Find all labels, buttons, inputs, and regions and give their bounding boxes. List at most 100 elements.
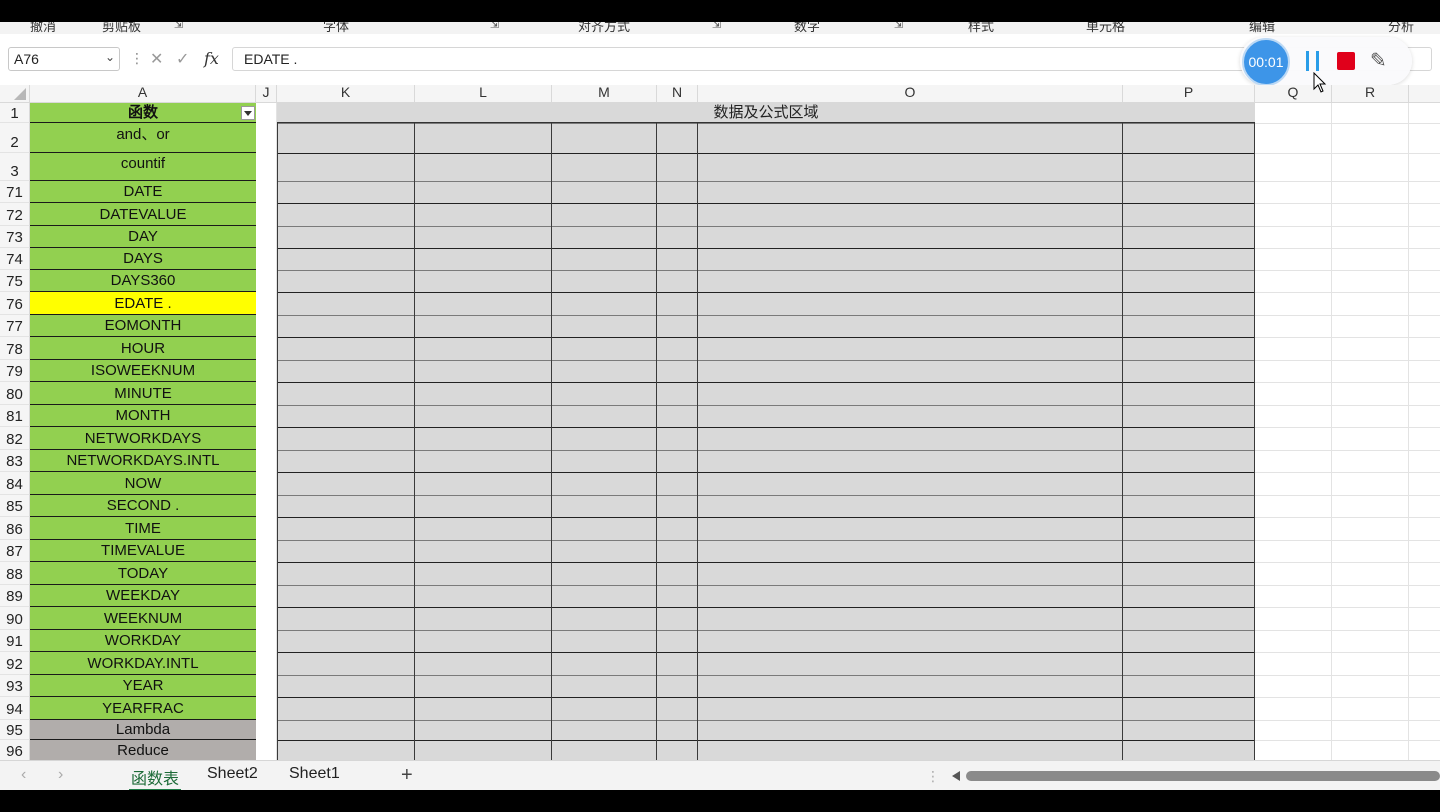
row-header[interactable]: 93 <box>0 675 30 697</box>
row-header[interactable]: 90 <box>0 607 30 630</box>
column-header-l[interactable]: L <box>415 85 552 102</box>
function-name-cell[interactable]: MINUTE <box>30 382 256 405</box>
function-name-cell[interactable]: TIME <box>30 517 256 540</box>
row-header[interactable]: 80 <box>0 382 30 405</box>
function-name-cell[interactable]: Lambda <box>30 720 256 740</box>
sheet-tab-sheet2[interactable]: Sheet2 <box>207 765 258 783</box>
dialog-launcher-icon[interactable]: ⇲ <box>894 22 903 31</box>
row-header[interactable]: 3 <box>0 153 30 181</box>
row-header[interactable]: 71 <box>0 181 30 203</box>
function-name-cell[interactable]: countif <box>30 153 256 181</box>
function-name-cell[interactable]: WORKDAY <box>30 630 256 652</box>
prev-sheet-icon[interactable]: ‹ <box>21 766 26 784</box>
row-header[interactable]: 84 <box>0 472 30 495</box>
function-name-cell[interactable]: DATEVALUE <box>30 203 256 226</box>
column-header-j[interactable]: J <box>256 85 277 102</box>
function-name-cell[interactable]: DAY <box>30 226 256 248</box>
column-header-n[interactable]: N <box>657 85 698 102</box>
ribbon-group-editing[interactable]: 编辑 <box>1249 22 1275 34</box>
row-header[interactable]: 89 <box>0 585 30 607</box>
scroll-splitter-handle[interactable]: ⋮ <box>926 768 940 785</box>
stop-icon[interactable] <box>1337 52 1355 70</box>
row-header[interactable]: 81 <box>0 405 30 427</box>
function-name-cell[interactable]: MONTH <box>30 405 256 427</box>
row-header[interactable]: 83 <box>0 450 30 472</box>
pause-icon[interactable] <box>1304 51 1322 71</box>
column-j-cells[interactable] <box>256 103 277 760</box>
column-header-o[interactable]: O <box>698 85 1123 102</box>
row-header[interactable]: 77 <box>0 315 30 337</box>
row-header[interactable]: 74 <box>0 248 30 270</box>
sheet-tab-functions[interactable]: 函数表 <box>129 765 182 790</box>
function-name-cell[interactable]: DAYS <box>30 248 256 270</box>
next-sheet-icon[interactable]: › <box>58 766 63 784</box>
cell-grid[interactable]: 1 函数 2 and、or 3 countif 71 DATE 72 DATEVALUE 73 DAY… <box>0 103 1440 760</box>
function-name-cell[interactable]: WORKDAY.INTL <box>30 652 256 675</box>
function-name-cell[interactable]: Reduce <box>30 740 256 760</box>
column-header-m[interactable]: M <box>552 85 657 102</box>
row-header[interactable]: 88 <box>0 562 30 585</box>
function-name-cell[interactable]: TODAY <box>30 562 256 585</box>
function-name-cell[interactable]: NETWORKDAYS.INTL <box>30 450 256 472</box>
horizontal-scrollbar-thumb[interactable] <box>966 771 1440 781</box>
dialog-launcher-icon[interactable]: ⇲ <box>174 22 183 31</box>
row-header[interactable]: 76 <box>0 292 30 315</box>
select-all-corner[interactable] <box>0 85 30 102</box>
row-header[interactable]: 75 <box>0 270 30 292</box>
ribbon-group-undo[interactable]: 撤消 <box>30 22 56 34</box>
empty-columns-q-r[interactable] <box>1255 103 1440 760</box>
ribbon-group-analysis[interactable]: 分析 <box>1388 22 1414 34</box>
function-name-cell[interactable]: WEEKNUM <box>30 607 256 630</box>
more-options-icon[interactable]: ⋮ <box>130 50 144 67</box>
insert-function-icon[interactable]: fx <box>204 49 219 68</box>
data-area-title[interactable]: 数据及公式区域 <box>277 103 1255 123</box>
chevron-down-icon[interactable]: ⌄ <box>105 50 115 64</box>
function-name-cell[interactable]: WEEKDAY <box>30 585 256 607</box>
function-name-cell[interactable]: SECOND . <box>30 495 256 517</box>
row-header[interactable]: 73 <box>0 226 30 248</box>
function-name-cell[interactable]: NETWORKDAYS <box>30 427 256 450</box>
function-name-cell[interactable]: NOW <box>30 472 256 495</box>
dialog-launcher-icon[interactable]: ⇲ <box>712 22 721 31</box>
confirm-check-icon[interactable]: ✓ <box>176 49 189 69</box>
row-header[interactable]: 1 <box>0 103 30 123</box>
pen-icon[interactable]: ✎ <box>1370 48 1387 73</box>
column-a-header-cell[interactable]: 函数 <box>30 103 256 123</box>
row-header[interactable]: 94 <box>0 697 30 720</box>
column-header-r[interactable]: R <box>1332 85 1409 102</box>
function-name-cell[interactable]: YEAR <box>30 675 256 697</box>
row-header[interactable]: 85 <box>0 495 30 517</box>
column-header-a[interactable]: A <box>30 85 256 102</box>
row-header[interactable]: 86 <box>0 517 30 540</box>
scroll-left-arrow-icon[interactable] <box>952 771 960 781</box>
row-header[interactable]: 79 <box>0 360 30 382</box>
ribbon-group-number[interactable]: 数字 <box>794 22 820 34</box>
ribbon-group-alignment[interactable]: 对齐方式 <box>578 22 630 34</box>
function-name-cell[interactable]: and、or <box>30 123 256 153</box>
function-name-cell[interactable]: HOUR <box>30 337 256 360</box>
row-header[interactable]: 72 <box>0 203 30 226</box>
cancel-x-icon[interactable]: ✕ <box>150 49 163 69</box>
row-header[interactable]: 95 <box>0 720 30 740</box>
function-name-cell[interactable]: TIMEVALUE <box>30 540 256 562</box>
row-header[interactable]: 82 <box>0 427 30 450</box>
function-name-cell[interactable]: DAYS360 <box>30 270 256 292</box>
row-header[interactable]: 96 <box>0 740 30 760</box>
ribbon-group-cells[interactable]: 单元格 <box>1086 22 1125 34</box>
column-header-k[interactable]: K <box>277 85 415 102</box>
ribbon-group-font[interactable]: 字体 <box>323 22 349 34</box>
row-header[interactable]: 91 <box>0 630 30 652</box>
ribbon-group-clipboard[interactable]: 剪贴板 <box>102 22 141 34</box>
function-name-cell[interactable]: ISOWEEKNUM <box>30 360 256 382</box>
add-sheet-button[interactable]: + <box>401 764 413 787</box>
row-header[interactable]: 2 <box>0 123 30 153</box>
row-header[interactable]: 87 <box>0 540 30 562</box>
function-name-cell[interactable]: YEARFRAC <box>30 697 256 720</box>
name-box[interactable]: A76 ⌄ <box>8 47 120 71</box>
column-header-p[interactable]: P <box>1123 85 1255 102</box>
dialog-launcher-icon[interactable]: ⇲ <box>490 22 499 31</box>
sheet-tab-sheet1[interactable]: Sheet1 <box>289 765 340 783</box>
data-formula-area[interactable] <box>277 123 1255 760</box>
ribbon-group-styles[interactable]: 样式 <box>968 22 994 34</box>
function-name-cell[interactable]: EDATE . <box>30 292 256 315</box>
